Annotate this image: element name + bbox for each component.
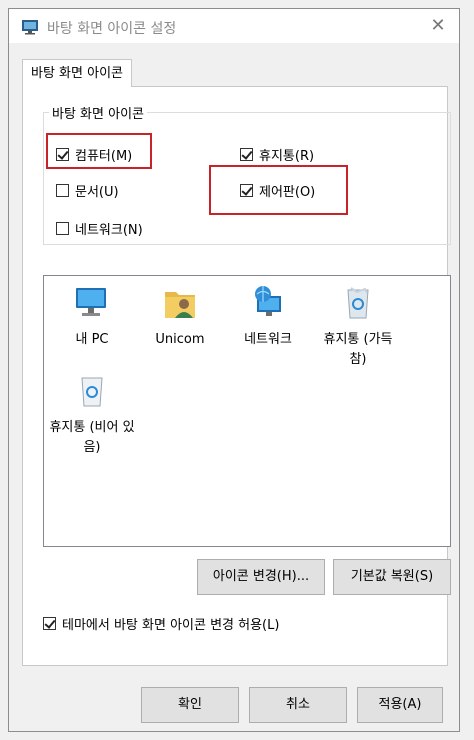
- checkbox-box[interactable]: [56, 222, 69, 235]
- icon-item-unicom[interactable]: Unicom: [136, 284, 224, 350]
- user-folder-icon: [165, 292, 195, 318]
- icon-label: 휴지통 (가득 참): [323, 332, 393, 367]
- icon-item-recycle-full[interactable]: 휴지통 (가득 참): [314, 284, 402, 370]
- recycle-bin-full-icon: [347, 287, 369, 319]
- network-checkbox[interactable]: 네트워크(N): [56, 219, 143, 238]
- title-bar: 바탕 화면 아이콘 설정 ✕: [9, 9, 459, 43]
- close-button[interactable]: ✕: [427, 15, 449, 37]
- allow-theme-change-checkbox[interactable]: 테마에서 바탕 화면 아이콘 변경 허용(L): [43, 614, 279, 633]
- checkbox-label: 문서(U): [75, 185, 119, 200]
- checkbox-label: 휴지통(R): [259, 149, 315, 164]
- icon-label: 내 PC: [75, 332, 109, 347]
- highlight-box-control-panel: [209, 165, 348, 215]
- tab-panel: 바탕 화면 아이콘 컴퓨터(M) 휴지통(R) 문서(U) 제어판(O) 네트워…: [22, 86, 451, 666]
- icon-label: 휴지통 (비어 있음): [49, 420, 135, 455]
- desktop-settings-icon: [22, 20, 38, 35]
- checkbox-label: 네트워크(N): [75, 223, 143, 238]
- icon-item-my-pc[interactable]: 내 PC: [48, 284, 136, 350]
- checkbox-box[interactable]: [56, 184, 69, 197]
- highlight-box-computer: [46, 133, 152, 169]
- checkbox-label: 테마에서 바탕 화면 아이콘 변경 허용(L): [62, 618, 280, 633]
- checkbox-box[interactable]: [240, 148, 253, 161]
- icon-item-recycle-empty[interactable]: 휴지통 (비어 있음): [48, 372, 136, 458]
- change-icon-button[interactable]: 아이콘 변경(H)...: [197, 559, 325, 595]
- icon-label: 네트워크: [244, 332, 292, 347]
- checkbox-box[interactable]: [43, 617, 56, 630]
- icon-label: Unicom: [155, 332, 205, 347]
- icon-list: 내 PC Unicom 네트워크 휴지통 (가득 참) 휴지통 (비어 있음): [43, 275, 451, 547]
- ok-button[interactable]: 확인: [141, 687, 239, 723]
- desktop-icons-group: 바탕 화면 아이콘 컴퓨터(M) 휴지통(R) 문서(U) 제어판(O) 네트워…: [43, 103, 451, 245]
- recycle-bin-empty-icon: [81, 377, 103, 407]
- close-icon: ✕: [430, 15, 446, 36]
- dialog-window: 바탕 화면 아이콘 설정 ✕ 바탕 화면 아이콘 바탕 화면 아이콘 컴퓨터(M…: [8, 8, 460, 732]
- documents-checkbox[interactable]: 문서(U): [56, 181, 119, 200]
- tab-desktop-icons[interactable]: 바탕 화면 아이콘: [22, 59, 132, 87]
- window-title: 바탕 화면 아이콘 설정: [47, 21, 177, 37]
- pc-icon: [76, 288, 106, 316]
- network-icon: [255, 286, 281, 316]
- apply-button[interactable]: 적용(A): [357, 687, 443, 723]
- group-legend: 바탕 화면 아이콘: [49, 103, 147, 122]
- restore-default-button[interactable]: 기본값 복원(S): [333, 559, 451, 595]
- recycle-bin-checkbox[interactable]: 휴지통(R): [240, 145, 314, 164]
- icon-item-network[interactable]: 네트워크: [224, 284, 312, 350]
- cancel-button[interactable]: 취소: [249, 687, 347, 723]
